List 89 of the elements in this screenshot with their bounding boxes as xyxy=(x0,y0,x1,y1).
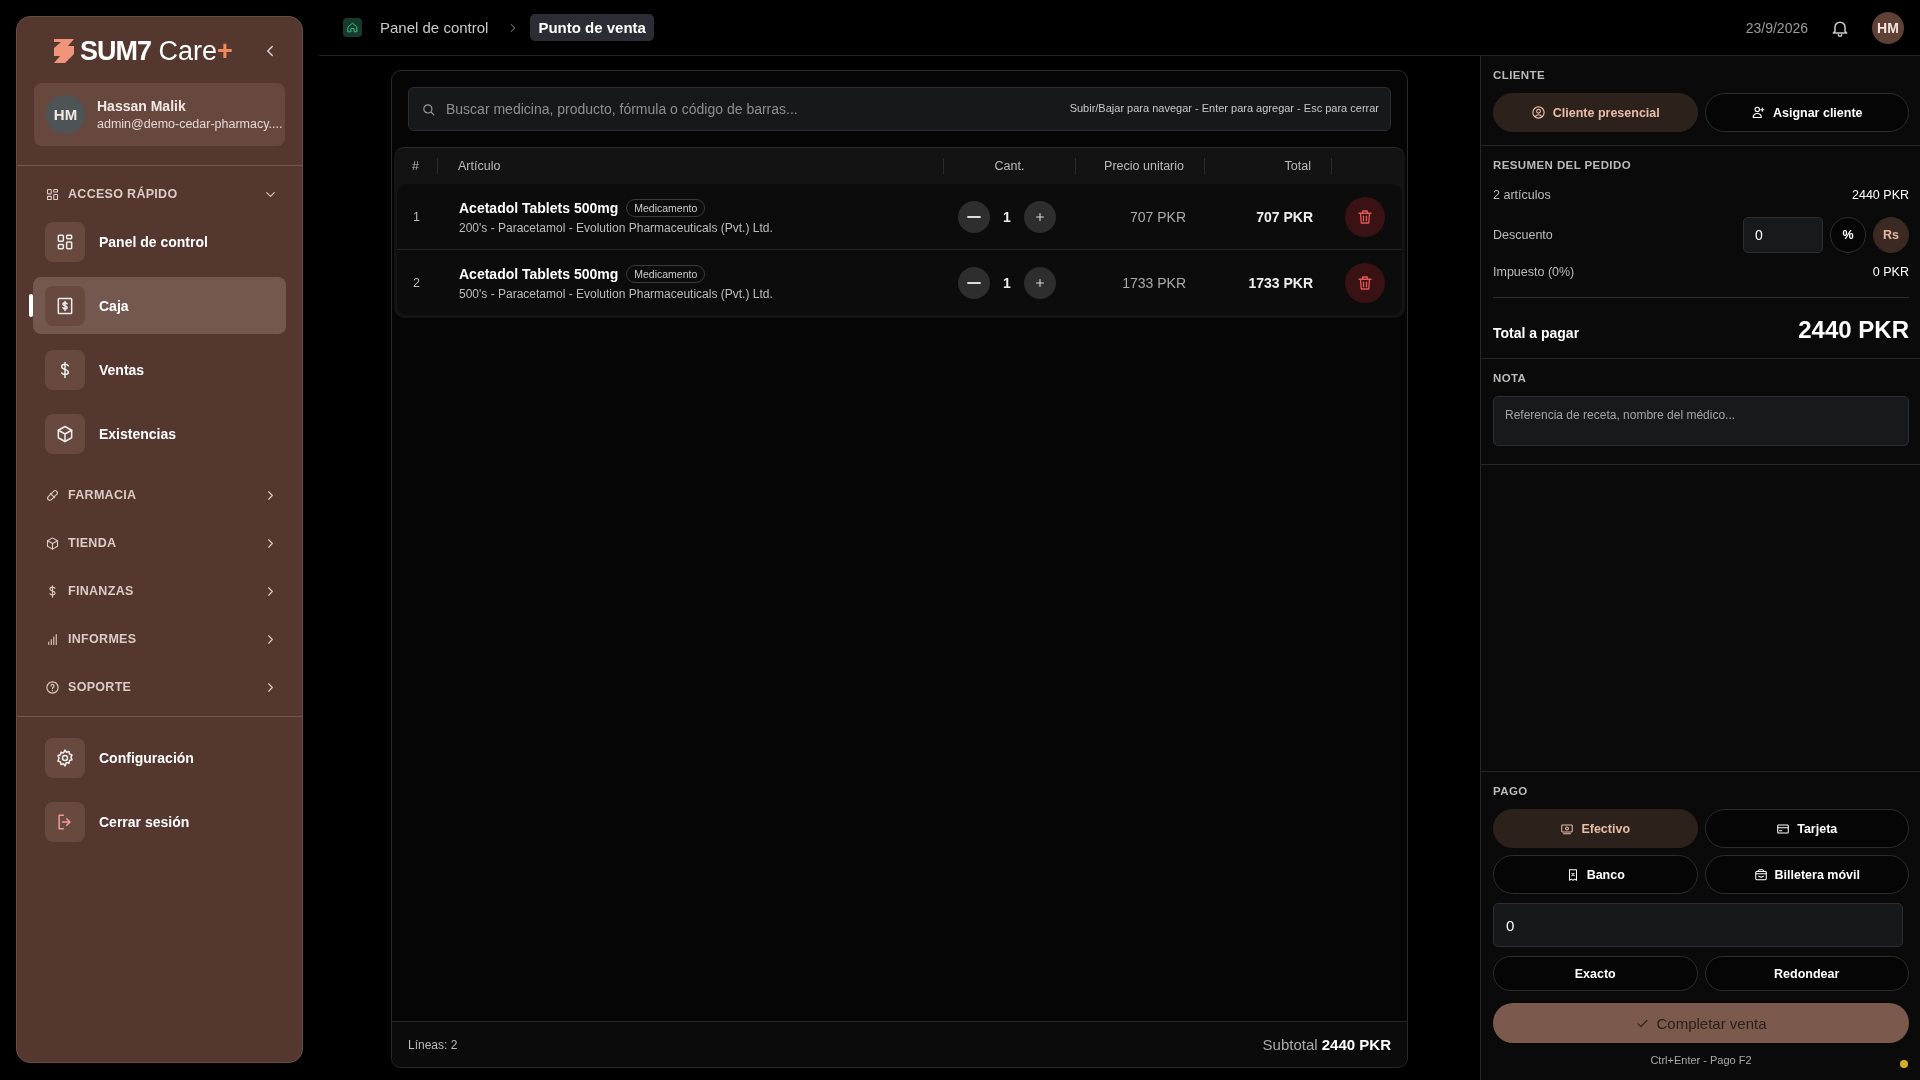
minus-icon xyxy=(967,215,981,218)
user-avatar[interactable]: HM xyxy=(1872,11,1904,44)
sidebar-item[interactable]: Configuración xyxy=(33,729,286,786)
line-total: 1733 PKR xyxy=(1247,274,1314,291)
column-header: Total xyxy=(1205,158,1332,174)
quantity-value: 1 xyxy=(1002,274,1012,291)
section-title: CLIENTE xyxy=(1493,69,1546,81)
quick-amount-button[interactable]: Redondear xyxy=(1704,956,1909,991)
unit-price: 707 PKR xyxy=(1128,208,1187,225)
keyboard-hint: Subir/Bajar para navegar - Enter para agregar - Esc para cerrar xyxy=(1069,102,1379,114)
subtotal-text: Subtotal 2440 PKR xyxy=(1262,1036,1391,1053)
help-icon xyxy=(45,679,60,695)
sidebar-group[interactable]: FINANZAS xyxy=(17,576,302,606)
quantity-value: 1 xyxy=(1002,208,1012,225)
total-value: 2440 PKR xyxy=(1798,316,1909,344)
tax-value: 0 PKR xyxy=(1872,265,1909,279)
payment-method-button[interactable]: Efectivo xyxy=(1493,809,1698,848)
decrease-button[interactable] xyxy=(958,200,990,233)
date-text: 23/9/2026 xyxy=(1745,19,1808,36)
total-label: Total a pagar xyxy=(1493,325,1580,341)
sidebar-item[interactable]: Ventas xyxy=(33,341,286,398)
breadcrumb-link[interactable]: Punto de venta xyxy=(530,14,654,41)
cube-icon xyxy=(45,535,60,551)
column-header: # xyxy=(394,158,438,174)
sidebar-item[interactable]: Cerrar sesión xyxy=(33,793,286,850)
user-card[interactable]: HM Hassan Malik admin@demo-cedar-pharmacy.... xyxy=(34,83,285,146)
section-title: PAGO xyxy=(1493,785,1529,797)
sidebar-item[interactable]: Existencias xyxy=(33,405,286,462)
items-label: 2 artículos xyxy=(1493,188,1551,202)
amount-field[interactable]: 0 xyxy=(1493,903,1903,947)
sidebar-item[interactable]: Panel de control xyxy=(33,213,286,270)
trash-icon xyxy=(1356,207,1374,226)
card-icon xyxy=(1776,821,1791,836)
discount-mode-button[interactable]: Rs xyxy=(1873,217,1909,253)
payment-method-button[interactable]: Banco xyxy=(1493,855,1698,894)
sidebar-group[interactable]: FARMACIA xyxy=(17,480,302,510)
column-header: Cant. xyxy=(944,158,1076,174)
payment-method-button[interactable]: Billetera móvil xyxy=(1704,855,1909,894)
line-count: Líneas: 2 xyxy=(408,1037,458,1052)
column-header: Artículo xyxy=(438,158,944,174)
wallet-icon xyxy=(1753,867,1768,882)
trash-icon xyxy=(1356,273,1374,292)
logo-icon xyxy=(52,37,76,65)
product-detail: 200's - Paracetamol - Evolution Pharmaceuticals (Pvt.) Ltd. xyxy=(459,220,774,235)
user-email: admin@demo-cedar-pharmacy.... xyxy=(97,117,283,131)
increase-button[interactable] xyxy=(1024,200,1056,233)
product-detail: 500's - Paracetamol - Evolution Pharmaceuticals (Pvt.) Ltd. xyxy=(459,286,774,301)
search-icon xyxy=(421,102,436,117)
delete-button[interactable] xyxy=(1345,262,1385,303)
breadcrumb-link[interactable]: Panel de control xyxy=(372,14,497,41)
client-option-button[interactable]: Asignar cliente xyxy=(1704,93,1909,132)
column-header: Precio unitario xyxy=(1076,158,1205,174)
sidebar-group[interactable]: INFORMES xyxy=(17,624,302,654)
user-icon xyxy=(1530,105,1546,120)
discount-field[interactable]: 0 xyxy=(1743,217,1823,253)
shortcut-hint: Ctrl+Enter - Pago F2 xyxy=(1650,1054,1752,1066)
grid-icon xyxy=(45,186,60,202)
home-icon[interactable] xyxy=(343,18,362,37)
bar-chart-icon xyxy=(45,631,60,647)
section-title: NOTA xyxy=(1493,372,1528,384)
row-number: 2 xyxy=(412,275,421,290)
minus-icon xyxy=(967,281,981,284)
tax-label: Impuesto (0%) xyxy=(1493,265,1575,279)
client-option-button[interactable]: Cliente presencial xyxy=(1493,93,1698,132)
section-header[interactable]: ACCESO RÁPIDO xyxy=(17,179,302,209)
add-user-icon xyxy=(1750,105,1766,120)
logo-text: SUM7 Care+ xyxy=(80,35,233,67)
product-name: Acetadol Tablets 500mg xyxy=(459,199,619,216)
row-number: 1 xyxy=(412,209,421,224)
quick-amount-button[interactable]: Exacto xyxy=(1493,956,1698,991)
payment-method-button[interactable]: Tarjeta xyxy=(1704,809,1909,848)
delete-button[interactable] xyxy=(1345,196,1385,237)
status-dot xyxy=(1900,1060,1908,1068)
discount-label: Descuento xyxy=(1493,228,1553,242)
unit-price: 1733 PKR xyxy=(1121,274,1187,291)
user-avatar: HM xyxy=(46,95,85,134)
product-name: Acetadol Tablets 500mg xyxy=(459,265,619,282)
sidebar-group[interactable]: SOPORTE xyxy=(17,672,302,702)
section-title: RESUMEN DEL PEDIDO xyxy=(1493,159,1632,171)
decrease-button[interactable] xyxy=(958,266,990,299)
note-field[interactable]: Referencia de receta, nombre del médico... xyxy=(1493,396,1909,446)
pill-icon xyxy=(45,487,60,503)
items-value: 2440 PKR xyxy=(1852,188,1909,202)
user-name: Hassan Malik xyxy=(97,98,187,114)
sidebar-group[interactable]: TIENDA xyxy=(17,528,302,558)
line-total: 707 PKR xyxy=(1255,208,1314,225)
cash-icon xyxy=(1560,821,1575,836)
discount-mode-button[interactable]: % xyxy=(1830,217,1866,253)
increase-button[interactable] xyxy=(1024,266,1056,299)
